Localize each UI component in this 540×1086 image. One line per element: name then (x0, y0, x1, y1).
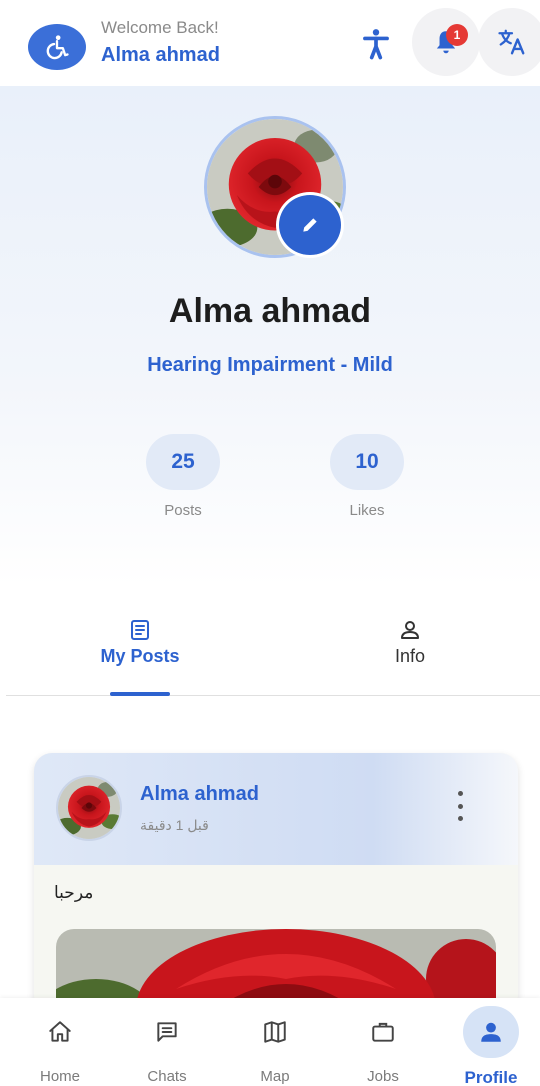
translate-button[interactable] (478, 8, 540, 76)
welcome-text: Welcome Back! (101, 18, 219, 37)
nav-map-label: Map (260, 1068, 290, 1085)
map-icon (247, 1006, 303, 1058)
post-menu-button[interactable] (448, 791, 472, 821)
post-author-avatar[interactable] (56, 775, 122, 841)
likes-count[interactable]: 10 (330, 434, 404, 490)
chat-icon (139, 1006, 195, 1058)
likes-label: Likes (349, 502, 385, 519)
notification-badge: 1 (446, 24, 468, 46)
nav-profile[interactable]: Profile (451, 1006, 531, 1086)
nav-chats-label: Chats (147, 1068, 187, 1085)
nav-profile-label: Profile (464, 1068, 518, 1086)
post-timestamp: قبل 1 دقيقة (140, 817, 209, 833)
bottom-navigation: Home Chats Map Jobs Profile (0, 998, 540, 1086)
posts-count[interactable]: 25 (146, 434, 220, 490)
nav-jobs[interactable]: Jobs (343, 1006, 423, 1085)
article-icon (131, 620, 149, 640)
active-tab-indicator (110, 692, 170, 696)
translate-icon (498, 29, 525, 55)
nav-jobs-label: Jobs (367, 1068, 399, 1085)
nav-home[interactable]: Home (20, 1006, 100, 1085)
tab-my-posts-label: My Posts (100, 646, 180, 666)
post-text: مرحبا (54, 883, 94, 903)
nav-map[interactable]: Map (235, 1006, 315, 1085)
tab-info-label: Info (394, 646, 426, 666)
top-header: Welcome Back! Alma ahmad 1 (0, 0, 540, 86)
nav-home-label: Home (39, 1068, 80, 1085)
accessibility-icon (363, 29, 389, 60)
person-outline-icon (401, 621, 419, 639)
pencil-icon (303, 218, 317, 232)
post-author-name[interactable]: Alma ahmad (140, 783, 259, 806)
nav-chats[interactable]: Chats (127, 1006, 207, 1085)
wheelchair-logo-icon (28, 24, 86, 70)
briefcase-icon (355, 1006, 411, 1058)
disability-label: Hearing Impairment - Mild (147, 354, 393, 376)
more-vert-icon (457, 791, 463, 796)
posts-label: Posts (164, 502, 202, 519)
person-icon (463, 1006, 519, 1058)
accessibility-button[interactable] (354, 22, 398, 66)
post-card[interactable]: Alma ahmad قبل 1 دقيقة مرحبا (34, 753, 518, 1013)
notifications-button[interactable]: 1 (412, 8, 480, 76)
profile-name: Alma ahmad (168, 292, 372, 330)
header-username: Alma ahmad (101, 44, 220, 66)
tabs-divider (6, 695, 540, 696)
home-icon (32, 1006, 88, 1058)
tab-my-posts[interactable]: My Posts (90, 618, 190, 667)
edit-avatar-button[interactable] (276, 192, 344, 258)
tab-info[interactable]: Info (360, 618, 460, 667)
